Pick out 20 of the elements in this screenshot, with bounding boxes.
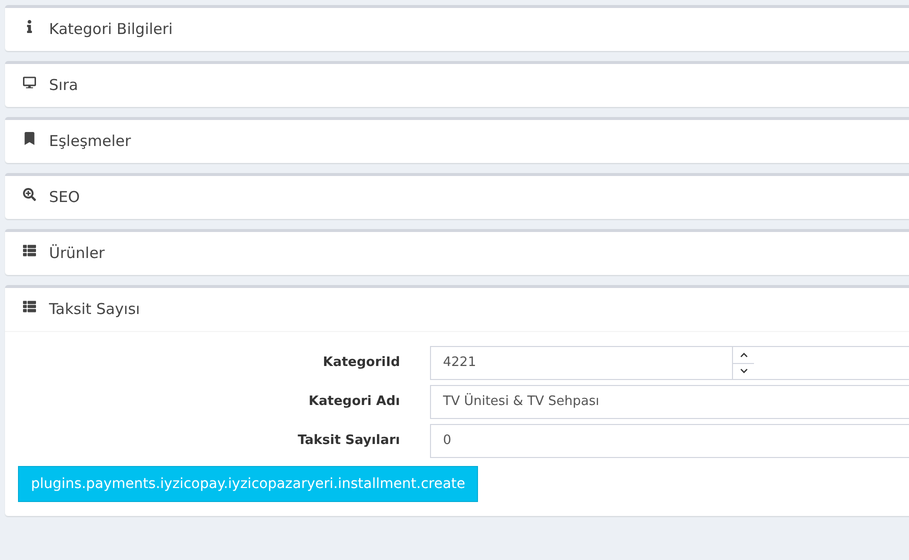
panel-title[interactable]: Eşleşmeler	[49, 130, 131, 153]
panel-title[interactable]: Sıra	[49, 74, 78, 97]
field-label: Kategori Adı	[308, 393, 400, 412]
number-field[interactable]: 4221	[430, 346, 909, 380]
up-caret-icon[interactable]	[740, 350, 748, 359]
monitor-icon	[23, 76, 36, 89]
panel-title[interactable]: SEO	[49, 186, 80, 209]
zoom-in-icon	[23, 188, 36, 201]
down-caret-icon[interactable]	[740, 367, 748, 376]
panel-title[interactable]: Taksit Sayısı	[49, 298, 140, 321]
field-label: KategoriId	[322, 354, 400, 372]
panel-title[interactable]: Ürünler	[49, 242, 105, 265]
input-field[interactable]: 0	[430, 424, 909, 458]
spinner[interactable]	[732, 347, 754, 379]
panel-title[interactable]: Kategori Bilgileri	[49, 18, 173, 41]
list-icon	[23, 300, 36, 313]
list-icon	[23, 244, 36, 257]
input-field[interactable]: TV Ünitesi & TV Sehpası	[430, 385, 909, 419]
bookmark-icon	[23, 132, 36, 145]
field-label: Taksit Sayıları	[296, 432, 400, 450]
